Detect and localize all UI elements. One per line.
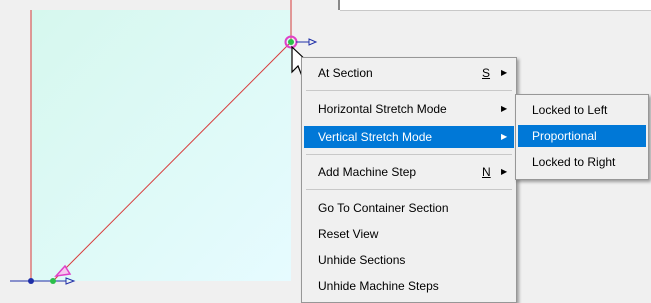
submenu-arrow-icon: ▶ — [501, 104, 508, 113]
menu-item-label: Horizontal Stretch Mode — [318, 102, 447, 116]
stretch-mode-submenu: Locked to Left Proportional Locked to Ri… — [515, 94, 649, 180]
submenu-item-proportional[interactable]: Proportional — [518, 125, 646, 147]
top-axis-arrow-icon — [308, 38, 318, 46]
section-region — [31, 10, 291, 281]
menu-separator — [306, 90, 512, 91]
submenu-item-label: Proportional — [532, 129, 597, 143]
menu-item-label: Vertical Stretch Mode — [318, 130, 433, 144]
menu-item-label: At Section — [318, 66, 373, 80]
menu-item-unhide-machine-steps[interactable]: Unhide Machine Steps — [304, 275, 514, 297]
menu-item-unhide-sections[interactable]: Unhide Sections — [304, 249, 514, 271]
menu-item-reset-view[interactable]: Reset View — [304, 223, 514, 245]
menu-item-add-machine-step[interactable]: Add Machine Step N ▶ — [304, 161, 514, 183]
submenu-item-label: Locked to Right — [532, 155, 616, 169]
submenu-arrow-icon: ▶ — [501, 68, 508, 77]
submenu-item-locked-to-right[interactable]: Locked to Right — [518, 151, 646, 173]
menu-item-go-to-container-section[interactable]: Go To Container Section — [304, 197, 514, 219]
context-menu: At Section S ▶ Horizontal Stretch Mode ▶… — [301, 57, 517, 303]
menu-item-vertical-stretch-mode[interactable]: Vertical Stretch Mode ▶ — [304, 126, 514, 148]
top-handle-icon[interactable] — [288, 39, 294, 45]
top-panel — [338, 0, 651, 11]
menu-item-horizontal-stretch-mode[interactable]: Horizontal Stretch Mode ▶ — [304, 98, 514, 120]
panel-edge — [338, 0, 340, 10]
menu-item-label: Unhide Machine Steps — [318, 279, 439, 293]
shortcut-key: S — [482, 66, 491, 80]
menu-item-label: Reset View — [318, 227, 379, 241]
menu-item-at-section[interactable]: At Section S ▶ — [304, 62, 514, 84]
menu-separator — [306, 189, 512, 190]
origin-point-icon[interactable] — [28, 278, 34, 284]
menu-item-label: Go To Container Section — [318, 201, 449, 215]
shortcut-key: N — [482, 165, 491, 179]
bottom-handle-icon[interactable] — [50, 278, 56, 284]
submenu-arrow-icon: ▶ — [501, 167, 508, 176]
menu-item-label: Unhide Sections — [318, 253, 406, 267]
submenu-item-locked-to-left[interactable]: Locked to Left — [518, 99, 646, 121]
submenu-item-label: Locked to Left — [532, 103, 608, 117]
submenu-arrow-icon: ▶ — [501, 132, 508, 141]
menu-separator — [306, 154, 512, 155]
menu-item-label: Add Machine Step — [318, 165, 417, 179]
